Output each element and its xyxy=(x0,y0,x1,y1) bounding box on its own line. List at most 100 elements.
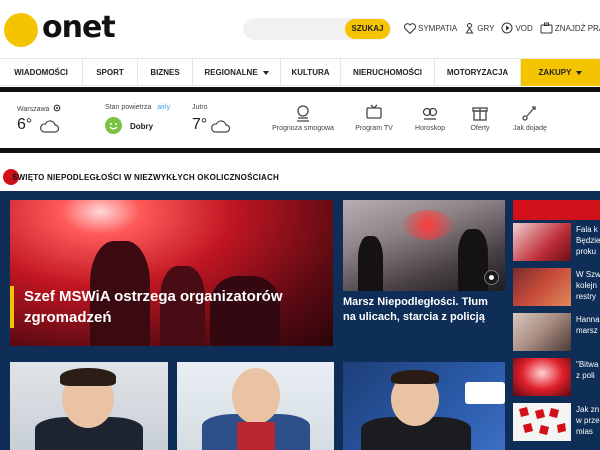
smiley-icon xyxy=(105,117,122,134)
service-jak-dojade[interactable]: Jak dojadę xyxy=(495,104,565,132)
location-icon xyxy=(54,104,61,112)
air-quality-widget[interactable]: Stan powietrza airly Dobry xyxy=(105,104,195,144)
police-silhouette xyxy=(458,229,488,291)
nav-label: REGIONALNE xyxy=(204,68,258,77)
news-thumbnail xyxy=(513,313,571,351)
nav-label: MOTORYZACJA xyxy=(446,68,509,77)
nav-item-nieruchomosci[interactable]: NIERUCHOMOŚCI xyxy=(341,59,435,86)
briefcase-icon xyxy=(540,22,553,34)
znajdz-prace-label: ZNAJDŹ PRACĘ xyxy=(554,23,600,33)
service-label: Jak dojadę xyxy=(513,125,547,132)
nav-label: NIERUCHOMOŚCI xyxy=(353,68,422,77)
news-title: W Szw kolejn restry xyxy=(576,270,600,301)
cloud-icon xyxy=(211,120,230,133)
section-title: ŚWIĘTO NIEPODLEGŁOŚCI W NIEZWYKŁYCH OKOL… xyxy=(12,173,279,182)
logo-text: onet xyxy=(42,10,116,45)
vod-link[interactable]: VOD xyxy=(501,22,533,34)
weather-widget[interactable]: Warszawa 6° xyxy=(17,104,97,144)
sympatia-label: SYMPATIA xyxy=(418,23,458,33)
nav-item-regionalne[interactable]: REGIONALNE xyxy=(193,59,281,86)
service-label: Prognoza smogowa xyxy=(272,125,334,132)
search-box: SZUKAJ xyxy=(243,18,391,40)
service-prognoza-smogowa[interactable]: Prognoza smogowa xyxy=(268,104,338,132)
camera-icon xyxy=(484,270,499,285)
nav-item-wiadomosci[interactable]: WIADOMOŚCI xyxy=(0,59,83,86)
nav-item-sport[interactable]: SPORT xyxy=(83,59,138,86)
gift-icon xyxy=(472,107,488,121)
service-label: Program TV xyxy=(355,125,393,132)
znajdz-prace-link[interactable]: ZNAJDŹ PRACĘ xyxy=(540,22,600,34)
service-label: Oferty xyxy=(470,125,490,132)
news-title: Fala k Będzie proku xyxy=(576,225,600,256)
hair-shape xyxy=(60,368,116,386)
nav-label: WIADOMOŚCI xyxy=(14,68,68,77)
shirt-shape xyxy=(237,422,275,450)
nav-label: KULTURA xyxy=(291,68,330,77)
nav-label: ZAKUPY xyxy=(538,68,572,77)
gry-label: GRY xyxy=(477,23,495,33)
heart-icon xyxy=(404,22,416,34)
chevron-down-icon xyxy=(262,70,269,75)
nav-item-kultura[interactable]: KULTURA xyxy=(281,59,341,86)
face-shape xyxy=(232,368,280,424)
right-news-item[interactable]: Hanna marsz xyxy=(513,313,600,353)
onet-logo[interactable]: onet xyxy=(4,10,116,47)
news-title: "Bitwa z poli xyxy=(576,360,599,380)
nav-item-motoryzacja[interactable]: MOTORYZACJA xyxy=(435,59,521,86)
article-image-politician-2[interactable] xyxy=(177,362,334,450)
news-thumbnail xyxy=(513,268,571,306)
article-image-politician-3[interactable] xyxy=(343,362,505,450)
cloud-icon xyxy=(40,120,59,133)
news-thumbnail xyxy=(513,358,571,396)
section-header[interactable]: ŚWIĘTO NIEPODLEGŁOŚCI W NIEZWYKŁYCH OKOL… xyxy=(0,166,600,188)
nav-item-biznes[interactable]: BIZNES xyxy=(138,59,193,86)
nav-label: SPORT xyxy=(96,68,124,77)
news-thumbnail xyxy=(513,223,571,261)
news-title: Hanna marsz xyxy=(576,315,600,335)
map-icon xyxy=(519,407,566,435)
right-news-item[interactable]: W Szw kolejn restry xyxy=(513,268,600,308)
search-button[interactable]: SZUKAJ xyxy=(345,19,390,39)
chevron-down-icon xyxy=(576,70,583,75)
lead-article-title[interactable]: Szef MSWiA ostrzega organizatorów zgroma… xyxy=(10,286,320,328)
flare-glow xyxy=(403,210,453,240)
news-title: Jak zn w prze mias xyxy=(576,405,600,436)
service-label: Horoskop xyxy=(415,125,445,132)
side-article-title[interactable]: Marsz Niepodległości. Tłum na ulicach, s… xyxy=(343,295,503,325)
air-status: Dobry xyxy=(130,122,154,131)
divider xyxy=(0,148,600,153)
police-silhouette xyxy=(358,236,383,291)
airly-logo: airly xyxy=(157,104,171,111)
article-image-politician-1[interactable] xyxy=(10,362,168,450)
right-news-item[interactable]: "Bitwa z poli xyxy=(513,358,600,398)
nav-label: BIZNES xyxy=(150,68,180,77)
header: onet SZUKAJ SYMPATIA GRY VOD ZNAJDŹ PRAC… xyxy=(0,0,600,58)
play-icon xyxy=(501,22,513,34)
side-article-image[interactable] xyxy=(343,200,505,291)
air-label: Stan powietrza xyxy=(105,104,152,111)
main-nav: WIADOMOŚCI SPORT BIZNES REGIONALNE KULTU… xyxy=(0,58,600,86)
tomorrow-temp: 7° xyxy=(192,116,208,133)
right-column-header xyxy=(513,200,600,220)
news-panel: Szef MSWiA ostrzega organizatorów zgroma… xyxy=(0,191,600,450)
right-news-item[interactable]: Jak zn w prze mias xyxy=(513,403,600,443)
tomorrow-widget[interactable]: Jutro 7° xyxy=(192,104,252,144)
route-icon xyxy=(522,106,536,121)
news-thumbnail xyxy=(513,403,571,441)
vod-label: VOD xyxy=(515,23,533,33)
nav-item-zakupy[interactable]: ZAKUPY xyxy=(521,59,600,86)
search-input[interactable] xyxy=(251,20,341,38)
tv-icon xyxy=(366,104,382,119)
info-row: Warszawa 6° Stan powietrza airly Dobry J… xyxy=(0,92,600,148)
gamepad-icon xyxy=(465,23,474,34)
weather-temp: 6° xyxy=(17,116,33,133)
top-links: SYMPATIA GRY VOD ZNAJDŹ PRACĘ xyxy=(404,20,600,36)
logo-board xyxy=(465,382,505,404)
horoscope-icon xyxy=(422,107,438,120)
right-news-item[interactable]: Fala k Będzie proku xyxy=(513,223,600,263)
gry-link[interactable]: GRY xyxy=(464,22,494,34)
tomorrow-label: Jutro xyxy=(192,104,208,111)
hair-shape xyxy=(391,370,439,384)
sympatia-link[interactable]: SYMPATIA xyxy=(404,22,458,34)
smog-icon xyxy=(297,105,309,122)
